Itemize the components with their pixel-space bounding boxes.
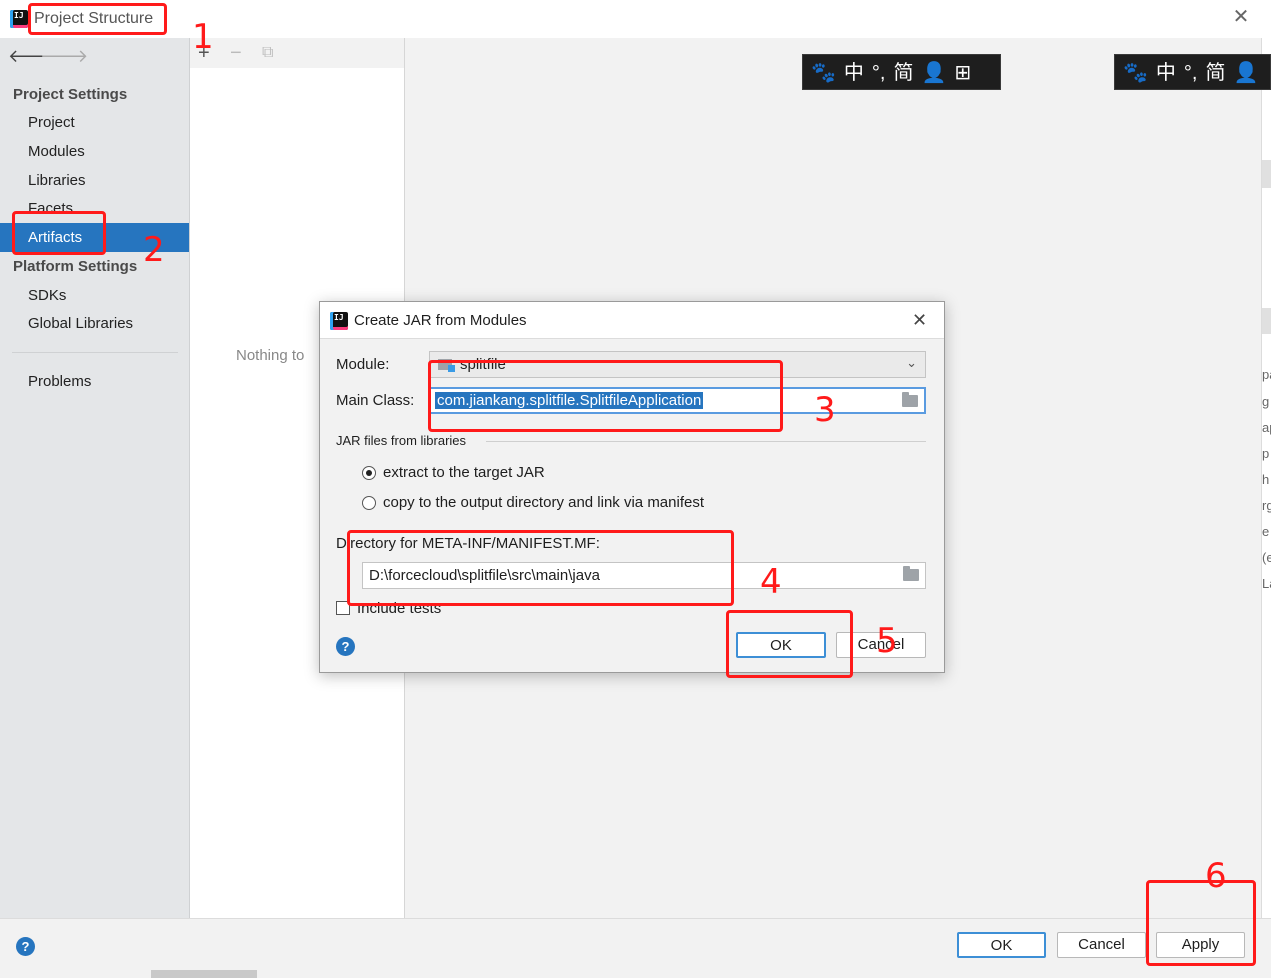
close-icon[interactable]: ✕: [912, 310, 927, 331]
browse-folder-icon[interactable]: [902, 392, 918, 407]
horizontal-scrollbar[interactable]: [151, 970, 257, 978]
clipped-text: g: [1262, 394, 1270, 409]
sidebar-item-libraries[interactable]: Libraries: [0, 166, 189, 195]
main-class-label: Main Class:: [336, 392, 415, 409]
section-divider: [486, 441, 926, 442]
annotation-number-3: 3: [814, 390, 836, 430]
chevron-down-icon: ⌄: [906, 355, 917, 370]
grid-icon[interactable]: ⊞: [954, 55, 971, 89]
browse-folder-icon[interactable]: [903, 566, 919, 581]
ime-toolbar-2[interactable]: 🐾 中 °, 简 👤: [1114, 54, 1271, 90]
remove-icon[interactable]: −: [230, 41, 242, 65]
jar-files-section-label: JAR files from libraries: [336, 433, 467, 448]
empty-list-text: Nothing to: [236, 347, 305, 364]
ime-punctuation[interactable]: °,: [872, 55, 886, 89]
artifacts-toolbar: + − ⧉: [190, 38, 404, 68]
clipped-text: h: [1262, 472, 1270, 487]
radio-copy-label[interactable]: copy to the output directory and link vi…: [383, 494, 704, 511]
forward-arrow-icon[interactable]: 🡒: [40, 46, 88, 67]
dialog-title: Create JAR from Modules: [354, 312, 527, 329]
right-edge-tab-2: [1262, 308, 1271, 334]
platform-settings-header: Platform Settings: [13, 258, 138, 275]
copy-icon[interactable]: ⧉: [262, 41, 273, 65]
sidebar-item-project[interactable]: Project: [0, 108, 189, 137]
project-settings-header: Project Settings: [13, 86, 128, 103]
clipped-text: rg: [1262, 498, 1271, 513]
annotation-box-6: [1146, 880, 1256, 966]
clipped-text: La: [1262, 576, 1271, 591]
dialog-titlebar: Create JAR from Modules ✕: [320, 302, 944, 339]
annotation-number-6: 6: [1205, 856, 1227, 896]
window-titlebar: Project Structure ✕: [0, 0, 1271, 38]
intellij-icon: [330, 312, 348, 330]
annotation-number-4: 4: [760, 562, 782, 602]
clipped-text: (e: [1262, 550, 1271, 565]
annotation-number-1: 1: [192, 17, 214, 57]
clipped-text: pa: [1262, 367, 1271, 382]
radio-extract[interactable]: [362, 466, 376, 480]
close-icon[interactable]: ✕: [1232, 7, 1250, 27]
paw-icon[interactable]: 🐾: [1123, 55, 1148, 89]
annotation-box-4: [347, 530, 734, 606]
right-edge-tab: [1262, 160, 1271, 188]
user-icon[interactable]: 👤: [1233, 55, 1258, 89]
clipped-text: p: [1262, 446, 1270, 461]
sidebar-item-global-libraries[interactable]: Global Libraries: [0, 309, 189, 338]
help-icon[interactable]: ?: [16, 937, 35, 956]
sidebar-item-problems[interactable]: Problems: [0, 367, 189, 396]
sidebar: 🡐 🡒 Project Settings Project Modules Lib…: [0, 38, 190, 918]
footer-bar: ? OK Cancel Apply: [0, 918, 1271, 971]
sidebar-item-modules[interactable]: Modules: [0, 137, 189, 166]
annotation-number-2: 2: [143, 230, 165, 270]
ime-simplified[interactable]: 简: [893, 55, 913, 89]
help-icon[interactable]: ?: [336, 637, 355, 656]
radio-extract-label[interactable]: extract to the target JAR: [383, 464, 545, 481]
ime-punctuation[interactable]: °,: [1184, 55, 1198, 89]
ok-button[interactable]: OK: [957, 932, 1046, 958]
radio-copy[interactable]: [362, 496, 376, 510]
clipped-text: ap: [1262, 420, 1271, 435]
annotation-box-1: [28, 3, 167, 35]
user-icon[interactable]: 👤: [921, 55, 946, 89]
annotation-box-3: [428, 360, 783, 432]
clipped-text: e: [1262, 524, 1270, 539]
sidebar-item-sdks[interactable]: SDKs: [0, 281, 189, 310]
annotation-number-5: 5: [876, 621, 898, 661]
ime-simplified[interactable]: 简: [1205, 55, 1225, 89]
paw-icon[interactable]: 🐾: [811, 55, 836, 89]
sidebar-divider: [12, 352, 178, 353]
ime-chinese-mode[interactable]: 中: [844, 55, 864, 89]
intellij-icon: [10, 10, 28, 28]
ime-toolbar[interactable]: 🐾 中 °, 简 👤 ⊞: [802, 54, 1001, 90]
module-label: Module:: [336, 356, 390, 373]
ime-chinese-mode[interactable]: 中: [1156, 55, 1176, 89]
annotation-box-2: [12, 211, 106, 255]
annotation-box-5: [726, 610, 853, 678]
cancel-button[interactable]: Cancel: [1057, 932, 1146, 958]
